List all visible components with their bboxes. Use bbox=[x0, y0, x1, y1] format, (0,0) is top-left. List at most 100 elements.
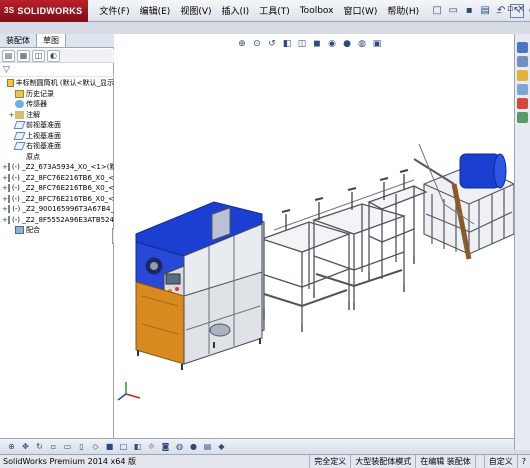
front-view-icon[interactable]: ▫ bbox=[48, 441, 59, 452]
pan-icon[interactable]: ✥ bbox=[20, 441, 31, 452]
feature-manager-panel: 装配体 草图 ▤ ▦ ◫ ◐ ▽ 丰标制圆筒机 (默认<默认_显示历史记录传感器 +… bbox=[0, 34, 114, 450]
conveyor-frames bbox=[259, 169, 428, 324]
menu-item[interactable]: 窗口(W) bbox=[338, 4, 382, 17]
tree-item-label: 丰标制圆筒机 (默认<默认_显示 bbox=[15, 79, 114, 87]
folder-icon bbox=[15, 89, 24, 98]
status-custom[interactable]: 自定义 bbox=[483, 454, 517, 468]
tree-item[interactable]: 原点 bbox=[0, 152, 114, 163]
sensor-icon bbox=[15, 100, 24, 109]
save-icon[interactable]: ▪ bbox=[462, 4, 476, 18]
status-editing: 在编辑 装配体 bbox=[415, 454, 475, 468]
graphics-area[interactable]: ⊕ ⊙ ↺ ◧ ◫ ◼ ◉ ● ◍ ▣ bbox=[114, 34, 514, 438]
main-cabinet bbox=[135, 201, 265, 370]
resources-icon[interactable] bbox=[517, 42, 528, 53]
mate-icon bbox=[15, 226, 24, 235]
status-units-icon[interactable] bbox=[474, 454, 484, 468]
tree-item-label: 右视基准面 bbox=[26, 142, 61, 150]
print-icon[interactable]: ▤ bbox=[478, 4, 492, 18]
display-pane-icon[interactable]: ▤ bbox=[202, 441, 213, 452]
tree-item-label: (-) _Z2_673A5934_X0_<1>(默 bbox=[11, 163, 114, 171]
tree-item[interactable]: 配合 bbox=[0, 225, 114, 236]
custom-properties-icon[interactable] bbox=[517, 112, 528, 123]
scene-icon[interactable]: ◍ bbox=[174, 441, 185, 452]
property-manager-icon[interactable]: ▦ bbox=[17, 49, 30, 62]
help-icon[interactable]: ? bbox=[516, 454, 530, 468]
camera-icon[interactable]: ◙ bbox=[160, 441, 171, 452]
tree-item[interactable]: 传感器 bbox=[0, 99, 114, 110]
display-manager-icon[interactable]: ◐ bbox=[47, 49, 60, 62]
right-view-icon[interactable]: ▯ bbox=[76, 441, 87, 452]
task-pane bbox=[514, 34, 530, 450]
tree-item-label: 上视基准面 bbox=[26, 131, 61, 140]
status-bar: SolidWorks Premium 2014 x64 版 完全定义 大型装配体… bbox=[0, 454, 530, 468]
status-large-assembly: 大型装配体模式 bbox=[350, 454, 415, 468]
tree-item[interactable]: + (-) _Z2_673A5934_X0_<1>(默 bbox=[0, 162, 114, 173]
menu-item[interactable]: 帮助(H) bbox=[382, 4, 424, 17]
tree-item[interactable]: + (-) _Z2_8F5552A96E3ATB524 bbox=[0, 215, 114, 226]
render-icon[interactable]: ◆ bbox=[216, 441, 227, 452]
tree-item[interactable]: + (-) _Z2_900165996T3A67B4_ bbox=[0, 204, 114, 215]
minimize-icon[interactable]: _ bbox=[494, 4, 504, 16]
close-icon[interactable]: × bbox=[516, 4, 526, 16]
tree-item[interactable]: 历史记录 bbox=[0, 89, 114, 100]
solidworks-logo[interactable]: 3S SOLIDWORKS bbox=[0, 0, 89, 22]
roll-drum-end bbox=[493, 153, 507, 189]
open-icon[interactable]: ▭ bbox=[446, 4, 460, 18]
appearance-icon[interactable]: ● bbox=[188, 441, 199, 452]
tree-filter[interactable]: ▽ bbox=[0, 64, 114, 77]
tree-item-label: (-) _Z2_8FC76E216TB6_X0_< bbox=[11, 184, 114, 192]
filter-icon[interactable]: ▽ bbox=[3, 65, 10, 75]
shaded-icon[interactable]: ■ bbox=[104, 441, 115, 452]
part-icon bbox=[7, 184, 10, 193]
appearances-icon[interactable] bbox=[517, 98, 528, 109]
menu-item[interactable]: 插入(I) bbox=[217, 4, 255, 17]
tree-item[interactable]: + (-) _Z2_8FC76E216TB6_X0_< bbox=[0, 173, 114, 184]
view-palette-icon[interactable] bbox=[517, 84, 528, 95]
menu-item[interactable]: 工具(T) bbox=[254, 4, 295, 17]
expand-icon[interactable]: + bbox=[8, 110, 15, 121]
wireframe-icon[interactable]: □ bbox=[118, 441, 129, 452]
menu-item[interactable]: 编辑(E) bbox=[135, 4, 176, 17]
plane-icon bbox=[13, 121, 26, 130]
part-icon bbox=[7, 163, 10, 172]
assembly-model[interactable] bbox=[114, 34, 514, 438]
section-icon[interactable]: ◧ bbox=[132, 441, 143, 452]
top-view-icon[interactable]: ▭ bbox=[62, 441, 73, 452]
feature-tree-icon[interactable]: ▤ bbox=[2, 49, 15, 62]
tree-item[interactable]: 右视基准面 bbox=[0, 141, 114, 152]
panel-tabs: 装配体 草图 bbox=[0, 34, 114, 48]
version-text: SolidWorks Premium 2014 x64 版 bbox=[3, 457, 136, 466]
view-toolbar: ⊕ ✥ ↻ ▫ ▭ ▯ ◇ ■ □ ◧ ☼ ◙ ◍ ● ▤ ◆ bbox=[0, 438, 514, 454]
config-manager-icon[interactable]: ◫ bbox=[32, 49, 45, 62]
menu-item[interactable]: 文件(F) bbox=[94, 4, 134, 17]
tree-item-label: 历史记录 bbox=[26, 89, 54, 98]
menu-item[interactable]: Toolbox bbox=[295, 6, 339, 16]
tree-item[interactable]: 前视基准面 bbox=[0, 120, 114, 131]
tree-item-label: (-) _Z2_8FC76E216TB6_X0_< bbox=[11, 194, 114, 203]
menu-item[interactable]: 视图(V) bbox=[175, 4, 216, 17]
design-library-icon[interactable] bbox=[517, 56, 528, 67]
panel-tab[interactable]: 草图 bbox=[37, 34, 66, 47]
restore-icon[interactable]: ▫ bbox=[505, 4, 515, 16]
tree-item[interactable]: + (-) _Z2_8FC76E216TB6_X0_< bbox=[0, 183, 114, 194]
rotate-icon[interactable]: ↻ bbox=[34, 441, 45, 452]
menu-bar: 3S SOLIDWORKS 文件(F) 编辑(E) 视图(V) 插入(I) 工具(T) T… bbox=[0, 0, 530, 22]
rebuild-icon[interactable]: ● bbox=[526, 4, 530, 18]
tree-item[interactable]: + 注解 bbox=[0, 110, 114, 121]
menu-items: 文件(F) 编辑(E) 视图(V) 插入(I) 工具(T) Toolbox 窗口(W) 帮助(… bbox=[94, 4, 424, 18]
file-explorer-icon[interactable] bbox=[517, 70, 528, 81]
tree-item-label: 传感器 bbox=[26, 100, 47, 108]
tree-item[interactable]: 丰标制圆筒机 (默认<默认_显示 bbox=[0, 78, 114, 89]
axis-triad bbox=[117, 382, 141, 401]
part-icon bbox=[7, 215, 10, 224]
tree-item-label: 注解 bbox=[26, 110, 40, 119]
lights-icon[interactable]: ☼ bbox=[146, 441, 157, 452]
tree-item[interactable]: 上视基准面 bbox=[0, 131, 114, 142]
iso-view-icon[interactable]: ◇ bbox=[90, 441, 101, 452]
tree-item[interactable]: + (-) _Z2_8FC76E216TB6_X0_< bbox=[0, 194, 114, 205]
panel-tab[interactable]: 装配体 bbox=[0, 34, 37, 47]
annot-icon bbox=[15, 110, 24, 119]
zoom-icon[interactable]: ⊕ bbox=[6, 441, 17, 452]
new-icon[interactable]: □ bbox=[430, 4, 444, 18]
conveyor-legs bbox=[263, 256, 415, 332]
